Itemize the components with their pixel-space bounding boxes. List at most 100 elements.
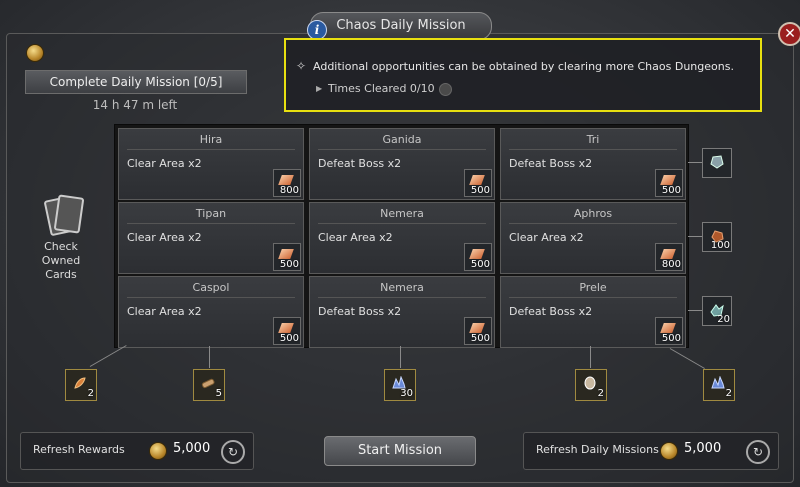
shard-icon bbox=[278, 175, 294, 185]
mission-task: Defeat Boss x2 bbox=[509, 157, 593, 170]
reward-qty: 800 bbox=[279, 185, 299, 196]
refresh-missions-button[interactable]: ↻ bbox=[746, 440, 770, 464]
shard-icon bbox=[469, 323, 485, 333]
chaos-daily-mission-window: Chaos Daily Mission i ✕ Complete Daily M… bbox=[0, 0, 800, 487]
gold-coin-icon bbox=[149, 442, 167, 460]
notice-star-icon: ✧ bbox=[296, 59, 307, 73]
mission-task: Defeat Boss x2 bbox=[509, 305, 593, 318]
reward-qty: 500 bbox=[470, 333, 490, 344]
mission-task: Clear Area x2 bbox=[127, 157, 202, 170]
scroll-icon bbox=[201, 378, 215, 389]
reward-qty: 500 bbox=[279, 333, 299, 344]
refresh-missions-cost: 5,000 bbox=[684, 441, 722, 456]
reward-qty: 500 bbox=[279, 259, 299, 270]
gold-coin-icon bbox=[660, 442, 678, 460]
mission-grid: Hira Clear Area x2 800 Ganida Defeat Bos… bbox=[114, 124, 689, 348]
close-icon[interactable]: ✕ bbox=[778, 22, 800, 46]
reward-qty: 800 bbox=[661, 259, 681, 270]
reward-qty: 5 bbox=[215, 388, 222, 399]
mission-task: Clear Area x2 bbox=[127, 305, 202, 318]
reward-qty: 500 bbox=[661, 333, 681, 344]
mission-name: Ganida bbox=[382, 133, 422, 146]
expand-arrow-icon: ▶ bbox=[316, 84, 323, 93]
shard-icon bbox=[660, 175, 676, 185]
mission-task: Defeat Boss x2 bbox=[318, 305, 402, 318]
mission-name: Hira bbox=[199, 133, 223, 146]
mission-tile[interactable]: Caspol Clear Area x2 500 bbox=[118, 276, 304, 348]
reward-qty: 500 bbox=[470, 185, 490, 196]
mission-name: Nemera bbox=[380, 281, 424, 294]
column-reward-2[interactable]: 5 bbox=[193, 369, 225, 401]
refresh-missions-label: Refresh Daily Missions bbox=[536, 443, 659, 456]
mission-tile[interactable]: Tri Defeat Boss x2 500 bbox=[500, 128, 686, 200]
mission-task: Clear Area x2 bbox=[318, 231, 393, 244]
reward-qty: 30 bbox=[400, 388, 413, 399]
cards-label-line1: Check bbox=[44, 240, 78, 253]
cards-icon bbox=[43, 192, 85, 237]
stone-icon bbox=[710, 155, 724, 169]
mission-tile[interactable]: Tipan Clear Area x2 500 bbox=[118, 202, 304, 274]
help-icon[interactable] bbox=[438, 82, 452, 96]
refresh-rewards-button[interactable]: ↻ bbox=[221, 440, 245, 464]
mission-task: Clear Area x2 bbox=[509, 231, 584, 244]
refresh-missions-bar: Refresh Daily Missions 5,000 ↻ bbox=[523, 432, 779, 470]
shard-reward: 500 bbox=[273, 243, 301, 271]
reward-qty: 2 bbox=[725, 388, 732, 399]
shard-icon bbox=[278, 323, 294, 333]
row-reward-2[interactable]: 100 bbox=[702, 222, 732, 252]
blue-crystal-icon bbox=[711, 376, 725, 389]
reward-qty: 500 bbox=[470, 259, 490, 270]
column-reward-4[interactable]: 2 bbox=[575, 369, 607, 401]
shard-icon bbox=[660, 323, 676, 333]
start-mission-button[interactable]: Start Mission bbox=[324, 436, 476, 466]
times-cleared-row: Times Cleared 0/10 bbox=[328, 82, 452, 96]
refresh-rewards-label: Refresh Rewards bbox=[33, 443, 125, 456]
feather-icon bbox=[74, 377, 86, 389]
mission-tile[interactable]: Nemera Clear Area x2 500 bbox=[309, 202, 495, 274]
reward-qty: 100 bbox=[710, 240, 730, 251]
mission-tile[interactable]: Ganida Defeat Boss x2 500 bbox=[309, 128, 495, 200]
column-reward-5[interactable]: 2 bbox=[703, 369, 735, 401]
info-icon[interactable]: i bbox=[307, 20, 327, 40]
reward-qty: 2 bbox=[597, 388, 604, 399]
row-reward-3[interactable]: 20 bbox=[702, 296, 732, 326]
complete-daily-mission-banner: Complete Daily Mission [0/5] bbox=[25, 70, 247, 94]
mission-name: Aphros bbox=[573, 207, 613, 220]
mission-task: Defeat Boss x2 bbox=[318, 157, 402, 170]
window-title: Chaos Daily Mission bbox=[310, 12, 492, 40]
mission-name: Nemera bbox=[380, 207, 424, 220]
shard-reward: 500 bbox=[655, 169, 683, 197]
shard-reward: 500 bbox=[464, 317, 492, 345]
mission-name: Caspol bbox=[192, 281, 230, 294]
shard-icon bbox=[469, 175, 485, 185]
notice-box: ✧ Additional opportunities can be obtain… bbox=[284, 38, 762, 112]
mission-tile[interactable]: Prele Defeat Boss x2 500 bbox=[500, 276, 686, 348]
shard-reward: 500 bbox=[655, 317, 683, 345]
mission-tile[interactable]: Nemera Defeat Boss x2 500 bbox=[309, 276, 495, 348]
times-cleared-text: Times Cleared 0/10 bbox=[328, 82, 435, 95]
shard-reward: 500 bbox=[464, 169, 492, 197]
cards-label-line2: Owned bbox=[41, 254, 81, 267]
notice-message: Additional opportunities can be obtained… bbox=[313, 60, 734, 73]
check-owned-cards-button[interactable]: Check Owned Cards bbox=[36, 192, 86, 282]
reward-qty: 500 bbox=[661, 185, 681, 196]
gold-coin-icon bbox=[26, 44, 44, 62]
mission-name: Prele bbox=[579, 281, 607, 294]
shard-reward: 800 bbox=[655, 243, 683, 271]
shard-reward: 800 bbox=[273, 169, 301, 197]
row-reward-1[interactable] bbox=[702, 148, 732, 178]
mission-name: Tipan bbox=[195, 207, 227, 220]
reward-qty: 20 bbox=[717, 314, 730, 325]
time-left: 14 h 47 m left bbox=[92, 98, 178, 112]
mission-tile[interactable]: Aphros Clear Area x2 800 bbox=[500, 202, 686, 274]
mission-tile[interactable]: Hira Clear Area x2 800 bbox=[118, 128, 304, 200]
shard-reward: 500 bbox=[273, 317, 301, 345]
shard-icon bbox=[469, 249, 485, 259]
cards-label-line3: Cards bbox=[45, 268, 77, 281]
refresh-rewards-bar: Refresh Rewards 5,000 ↻ bbox=[20, 432, 254, 470]
mission-task: Clear Area x2 bbox=[127, 231, 202, 244]
refresh-rewards-cost: 5,000 bbox=[173, 441, 211, 456]
column-reward-3[interactable]: 30 bbox=[384, 369, 416, 401]
reward-qty: 2 bbox=[87, 388, 94, 399]
column-reward-1[interactable]: 2 bbox=[65, 369, 97, 401]
